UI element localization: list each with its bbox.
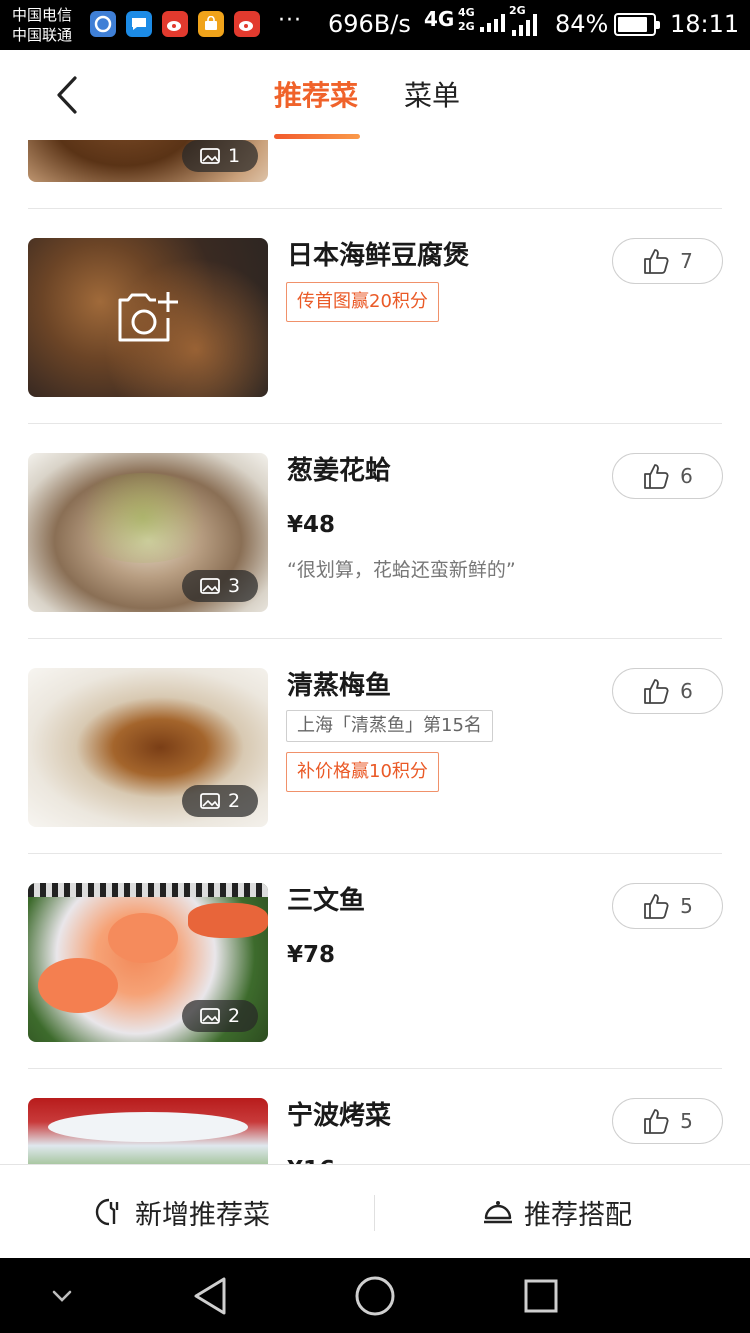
like-button[interactable]: 6 — [612, 668, 723, 714]
photo-icon — [200, 148, 220, 164]
dish-item[interactable]: 宁波烤菜 ¥16 5 — [0, 1069, 750, 1164]
like-count: 6 — [680, 679, 693, 703]
like-count: 5 — [680, 894, 693, 918]
photo-count-badge: 1 — [182, 140, 258, 172]
add-price-tag[interactable]: 补价格赢10积分 — [286, 752, 439, 792]
bottom-action-bar: 新增推荐菜 推荐搭配 — [0, 1164, 750, 1258]
dish-photo[interactable]: 1 — [28, 140, 268, 182]
photo-count: 1 — [227, 145, 241, 167]
sim1-type: 4G — [458, 6, 475, 19]
dish-photo[interactable]: 2 — [28, 668, 268, 827]
back-button[interactable] — [40, 70, 96, 120]
signal-bars-icon — [480, 14, 505, 32]
net-speed: 696B/s — [328, 10, 411, 38]
carrier-info: 中国电信 中国联通 — [12, 5, 72, 45]
dish-name: 三文鱼 — [287, 886, 366, 916]
dish-price: ¥48 — [287, 512, 336, 538]
dish-review-quote: “很划算，花蛤还蛮新鲜的” — [287, 559, 516, 581]
dish-name: 清蒸梅鱼 — [287, 671, 392, 701]
browser-icon — [90, 11, 116, 37]
photo-count: 2 — [227, 1005, 241, 1027]
like-button[interactable]: 7 — [612, 238, 723, 284]
photo-count-badge: 2 — [182, 1000, 258, 1032]
nav-home-button[interactable] — [345, 1258, 405, 1333]
dish-name: 日本海鲜豆腐煲 — [287, 241, 470, 271]
network-sim-types: 4G 2G — [458, 6, 475, 34]
thumbs-up-icon — [644, 894, 669, 919]
like-button[interactable]: 5 — [612, 1098, 723, 1144]
photo-count: 2 — [227, 790, 241, 812]
dish-item[interactable]: 3 葱姜花蛤 ¥48 “很划算，花蛤还蛮新鲜的” 6 — [0, 424, 750, 639]
dish-list[interactable]: 1 日本海鲜豆腐煲 传首图赢20积分 7 3 葱姜花蛤 ¥48 “很划算，花蛤还… — [0, 140, 750, 1164]
photo-count-badge: 3 — [182, 570, 258, 602]
dish-cover-icon — [484, 1201, 512, 1224]
like-count: 7 — [680, 249, 693, 273]
notification-icons — [90, 11, 260, 37]
like-button[interactable]: 6 — [612, 453, 723, 499]
like-count: 5 — [680, 1109, 693, 1133]
tab-menu[interactable]: 菜单 — [404, 76, 460, 116]
back-triangle-icon — [194, 1277, 226, 1314]
dish-photo[interactable] — [28, 1098, 268, 1164]
dish-photo[interactable]: 3 — [28, 453, 268, 612]
battery-fill — [618, 17, 647, 32]
shop-icon — [198, 11, 224, 37]
chevron-down-icon — [52, 1290, 72, 1302]
dish-item[interactable]: 1 — [0, 140, 750, 209]
message-icon — [126, 11, 152, 37]
dish-price: ¥78 — [287, 942, 336, 968]
add-recommended-dish-label: 新增推荐菜 — [135, 1199, 270, 1231]
nav-recents-button[interactable] — [511, 1258, 571, 1333]
home-circle-icon — [355, 1276, 395, 1315]
photo-count-badge: 2 — [182, 785, 258, 817]
status-bar: 中国电信 中国联通 ··· 696B/s 4G 4G 2G 2G 84% 18:… — [0, 0, 750, 50]
dish-price: ¥16 — [287, 1155, 335, 1164]
chevron-left-icon — [57, 76, 77, 114]
ranking-tag[interactable]: 上海「清蒸鱼」第15名 — [286, 710, 493, 742]
dish-photo-upload[interactable] — [28, 238, 268, 397]
hide-nav-button[interactable] — [40, 1258, 84, 1333]
add-recommended-dish-button[interactable]: 新增推荐菜 — [95, 1165, 270, 1259]
dish-item[interactable]: 2 三文鱼 ¥78 5 — [0, 854, 750, 1069]
thumbs-up-icon — [644, 679, 669, 704]
dish-item[interactable]: 2 清蒸梅鱼 上海「清蒸鱼」第15名 补价格赢10积分 6 — [0, 639, 750, 854]
dish-photo[interactable]: 2 — [28, 883, 268, 1042]
page-header: 推荐菜 菜单 — [0, 50, 750, 140]
upload-cover-tag[interactable]: 传首图赢20积分 — [286, 282, 439, 322]
dish-name: 葱姜花蛤 — [287, 456, 392, 486]
battery-percent: 84% — [555, 10, 609, 38]
more-notifications: ··· — [278, 8, 302, 33]
thumbs-up-icon — [644, 249, 669, 274]
thumbs-up-icon — [644, 1109, 669, 1134]
weibo-icon — [162, 11, 188, 37]
photo-count: 3 — [227, 575, 241, 597]
recommend-combo-label: 推荐搭配 — [524, 1199, 632, 1231]
action-separator — [374, 1195, 375, 1231]
network-type: 4G — [424, 7, 455, 31]
sim2-type: 2G — [458, 20, 475, 33]
nav-back-button[interactable] — [180, 1258, 240, 1333]
photo-icon — [200, 793, 220, 809]
dish-item[interactable]: 日本海鲜豆腐煲 传首图赢20积分 7 — [0, 209, 750, 424]
add-photo-icon — [118, 292, 178, 342]
photo-icon — [200, 1008, 220, 1024]
thumbs-up-icon — [644, 464, 669, 489]
add-dish-icon — [95, 1198, 119, 1226]
like-count: 6 — [680, 464, 693, 488]
system-nav-bar — [0, 1258, 750, 1333]
weibo-icon — [234, 11, 260, 37]
clock: 18:11 — [670, 10, 740, 38]
signal-bars-icon-2 — [512, 14, 537, 36]
dish-name: 宁波烤菜 — [287, 1101, 392, 1131]
active-tab-indicator — [274, 134, 360, 139]
like-button[interactable]: 5 — [612, 883, 723, 929]
tab-recommended[interactable]: 推荐菜 — [274, 76, 358, 116]
recommend-combo-button[interactable]: 推荐搭配 — [482, 1165, 632, 1259]
carrier-2: 中国联通 — [12, 26, 73, 44]
carrier-1: 中国电信 — [12, 6, 73, 24]
recents-square-icon — [524, 1279, 558, 1312]
battery-icon — [614, 13, 660, 36]
photo-icon — [200, 578, 220, 594]
